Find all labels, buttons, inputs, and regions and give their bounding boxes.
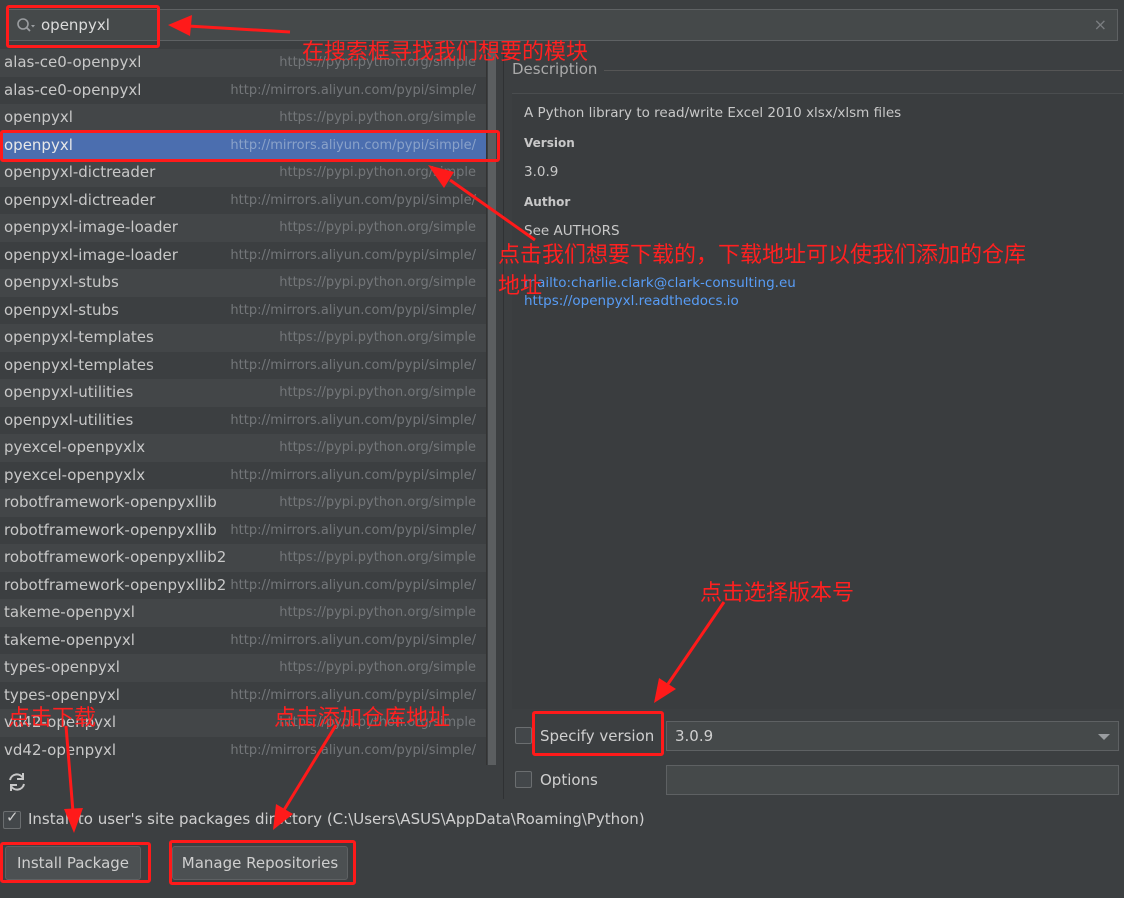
annotation-search: 在搜索框寻找我们想要的模块 bbox=[302, 40, 589, 65]
annotation-version: 点击选择版本号 bbox=[700, 581, 855, 606]
annotation-manage: 点击添加仓库地址 bbox=[274, 706, 451, 731]
annotation-install: 点击下载 bbox=[8, 706, 97, 731]
annotation-arrows bbox=[64, 15, 726, 833]
annotation-select-line1: 点击我们想要下载的，下载地址可以使我们添加的仓库 bbox=[498, 243, 1027, 268]
annotation-select-line2: 地址 bbox=[498, 274, 543, 299]
